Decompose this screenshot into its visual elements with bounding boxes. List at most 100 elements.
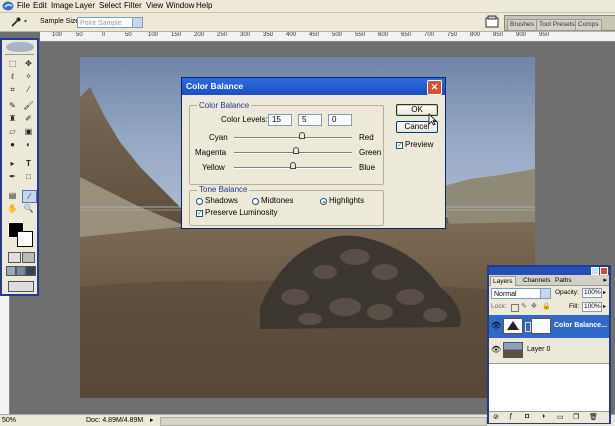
tool-preset-arrow-icon[interactable]: ▾	[24, 18, 27, 25]
new-group-icon[interactable]: ▭	[557, 413, 564, 421]
move-tool-icon[interactable]: ✥	[22, 58, 35, 69]
photoshop-logo-icon[interactable]	[2, 1, 14, 11]
opacity-field[interactable]: 100%	[582, 288, 602, 298]
file-browser-icon[interactable]	[485, 15, 499, 28]
menu-image[interactable]: Image	[51, 1, 73, 11]
ruler-number: 100	[148, 32, 159, 38]
menu-layer[interactable]: Layer	[75, 1, 95, 11]
slice-tool-icon[interactable]: ⁄	[22, 84, 35, 95]
slider-thumb[interactable]	[292, 147, 299, 154]
dialog-titlebar[interactable]: Color Balance ✕	[182, 78, 445, 95]
eyedropper-tool-icon[interactable]: ⁄	[22, 190, 37, 203]
eraser-tool-icon[interactable]: ▱	[6, 126, 19, 137]
screen-mode-standard-icon[interactable]	[6, 266, 16, 276]
crop-tool-icon[interactable]: ⌗	[6, 84, 19, 95]
lock-all-icon[interactable]: 🔒	[542, 302, 551, 310]
brush-tool-icon[interactable]: 🖌	[22, 100, 35, 111]
trash-icon[interactable]: 🗑	[589, 413, 598, 421]
healing-brush-icon[interactable]: ✎	[6, 100, 19, 111]
clone-stamp-icon[interactable]: ♜	[6, 113, 19, 124]
adobe-online-icon[interactable]	[6, 42, 34, 52]
dodge-tool-icon[interactable]: ◐	[22, 139, 35, 150]
path-select-icon[interactable]: ▸	[6, 158, 19, 169]
tab-brushes[interactable]: Brushes	[507, 19, 537, 31]
new-layer-icon[interactable]: ❐	[573, 413, 579, 421]
menu-window[interactable]: Window	[166, 1, 194, 11]
standard-mode-icon[interactable]	[8, 252, 21, 263]
shadows-radio[interactable]	[196, 198, 203, 205]
visibility-eye-icon[interactable]: 👁	[491, 345, 501, 355]
menu-select[interactable]: Select	[99, 1, 121, 11]
type-tool-icon[interactable]: T	[22, 158, 35, 169]
preview-checkbox[interactable]: ✓	[396, 142, 403, 149]
menu-edit[interactable]: Edit	[33, 1, 47, 11]
slider-thumb[interactable]	[290, 162, 296, 169]
panel-menu-icon[interactable]: ▸	[603, 276, 607, 284]
layer-row[interactable]: 👁 Layer 0	[489, 339, 609, 362]
minimize-icon[interactable]	[591, 267, 599, 275]
visibility-eye-icon[interactable]: 👁	[491, 321, 501, 331]
highlights-radio[interactable]	[320, 198, 327, 205]
level-field-magenta-green[interactable]: 5	[298, 114, 322, 126]
opacity-arrow-icon[interactable]: ▸	[603, 289, 606, 296]
magic-wand-tool-icon[interactable]: ✧	[22, 71, 35, 82]
lock-transparent-icon[interactable]	[511, 304, 519, 312]
slider-thumb[interactable]	[298, 132, 305, 139]
layer-style-icon[interactable]: ƒ	[509, 413, 513, 420]
level-field-cyan-red[interactable]: 15	[268, 114, 292, 126]
ruler-top[interactable]: 100 50 0 50 100 150 200 250 300 350 400 …	[40, 32, 615, 42]
blend-mode-select[interactable]: Normal	[491, 288, 551, 299]
quick-mask-icon[interactable]	[22, 252, 35, 263]
ruler-number: 550	[355, 32, 366, 38]
blur-tool-icon[interactable]: ●	[6, 139, 19, 150]
background-color-swatch[interactable]	[17, 231, 33, 247]
midtones-radio[interactable]	[252, 198, 259, 205]
tab-paths[interactable]: Paths	[553, 276, 574, 285]
sample-size-select[interactable]: Point Sample	[77, 17, 143, 28]
preserve-luminosity-label: Preserve Luminosity	[205, 208, 278, 217]
ruler-number: 100	[52, 32, 63, 38]
status-menu-arrow-icon[interactable]: ▸	[150, 415, 154, 426]
screen-mode-full-icon[interactable]	[26, 266, 36, 276]
jump-to-imageready-icon[interactable]	[8, 281, 34, 292]
lasso-tool-icon[interactable]: ℓ	[6, 71, 19, 82]
menu-help[interactable]: Help	[196, 1, 212, 11]
menu-view[interactable]: View	[146, 1, 163, 11]
screen-mode-full-menu-icon[interactable]	[16, 266, 26, 276]
marquee-tool-icon[interactable]: ⬚	[6, 58, 19, 69]
tab-layers[interactable]: Layers	[490, 276, 516, 286]
close-icon[interactable]	[600, 267, 608, 275]
tab-channels[interactable]: Channels	[521, 276, 552, 285]
tab-tool-presets[interactable]: Tool Presets	[536, 19, 578, 31]
level-field-yellow-blue[interactable]: 0	[328, 114, 352, 126]
pen-tool-icon[interactable]: ✒	[6, 171, 19, 182]
gradient-tool-icon[interactable]: ▣	[22, 126, 35, 137]
cyan-red-slider[interactable]	[234, 137, 352, 139]
notes-tool-icon[interactable]: ▤	[6, 190, 19, 201]
layers-panel-titlebar[interactable]	[489, 267, 609, 275]
fill-field[interactable]: 100%	[582, 302, 602, 312]
preserve-luminosity-checkbox[interactable]: ✓	[196, 210, 203, 217]
adjustment-layer-icon[interactable]: ◑	[541, 413, 545, 420]
shape-tool-icon[interactable]: □	[22, 171, 35, 182]
layer-row[interactable]: 👁 Color Balance...	[489, 315, 609, 338]
ruler-number: 300	[240, 32, 251, 38]
zoom-tool-icon[interactable]: 🔍	[22, 203, 35, 214]
fill-arrow-icon[interactable]: ▸	[603, 303, 606, 310]
history-brush-icon[interactable]: ✐	[22, 113, 35, 124]
lock-position-icon[interactable]: ✥	[531, 302, 537, 310]
menu-filter[interactable]: Filter	[124, 1, 142, 11]
add-mask-icon[interactable]: ◘	[525, 413, 529, 420]
ruler-number: 250	[217, 32, 228, 38]
menu-file[interactable]: File	[17, 1, 30, 11]
ruler-number: 0	[102, 32, 106, 38]
hand-tool-icon[interactable]: ✋	[6, 203, 19, 214]
slider-left-label: Yellow	[202, 163, 225, 172]
sample-size-label: Sample Size:	[40, 18, 82, 25]
zoom-level[interactable]: 50%	[2, 415, 16, 426]
tab-comps[interactable]: Comps	[575, 19, 602, 31]
close-icon[interactable]: ✕	[427, 80, 442, 95]
link-layers-icon[interactable]: ⊘	[493, 413, 499, 421]
eyedropper-icon[interactable]	[10, 16, 22, 28]
lock-image-icon[interactable]: ✎	[521, 302, 527, 310]
